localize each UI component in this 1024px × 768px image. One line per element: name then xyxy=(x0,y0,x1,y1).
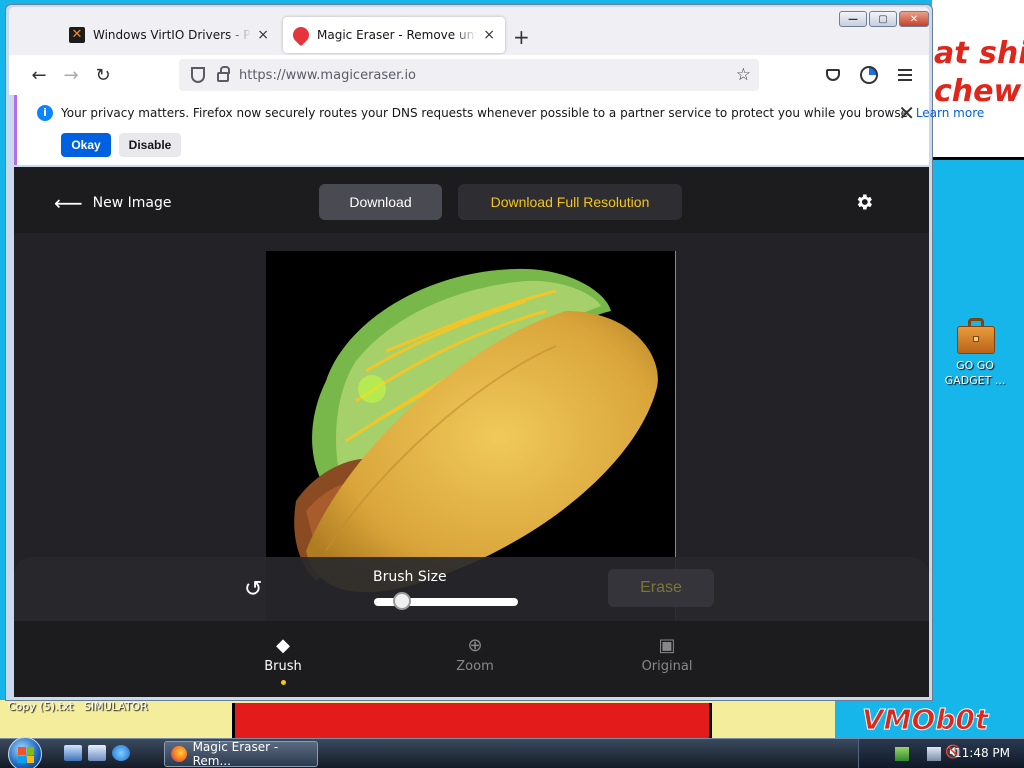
wallpaper-red-block xyxy=(232,703,712,738)
erase-button[interactable]: Erase xyxy=(608,569,714,607)
menu-button[interactable] xyxy=(889,59,921,91)
pocket-icon xyxy=(826,69,840,81)
close-notice-icon[interactable]: ✕ xyxy=(898,101,915,125)
tab-bar: ✕ Windows VirtIO Drivers - Proxmox × Mag… xyxy=(9,7,929,55)
maximize-button[interactable]: ▢ xyxy=(869,11,897,27)
learn-more-link[interactable]: Learn more xyxy=(916,106,984,120)
bookmark-star-icon[interactable]: ☆ xyxy=(736,65,751,85)
internet-explorer-icon[interactable] xyxy=(112,745,130,761)
active-tab-indicator xyxy=(280,680,286,685)
account-button[interactable] xyxy=(853,59,885,91)
new-image-button[interactable]: ⟵ New Image xyxy=(54,191,172,215)
tab-zoom-label: Zoom xyxy=(456,659,494,674)
tracking-shield-icon[interactable] xyxy=(191,67,205,83)
brush-size-label: Brush Size xyxy=(373,569,447,585)
bottom-tab-bar: ◆ Brush ⊕ Zoom ▣ Original xyxy=(14,621,929,697)
back-arrow-icon: ⟵ xyxy=(54,191,83,215)
tab-magic-eraser[interactable]: Magic Eraser - Remove unwanted × xyxy=(283,17,505,53)
firefox-icon xyxy=(171,746,187,762)
zoom-in-icon: ⊕ xyxy=(467,635,483,656)
clock[interactable]: 11:48 PM xyxy=(954,746,1010,760)
taskbar-window-title: Magic Eraser - Rem... xyxy=(192,740,279,768)
privacy-notice-message: Your privacy matters. Firefox now secure… xyxy=(61,106,985,120)
nav-bar: ← → ↻ https://www.magiceraser.io ☆ xyxy=(9,55,929,95)
display-icon[interactable] xyxy=(927,747,941,761)
tab-title: Windows VirtIO Drivers - Proxmox xyxy=(93,28,251,42)
url-text[interactable]: https://www.magiceraser.io xyxy=(239,68,416,83)
magic-eraser-favicon-icon xyxy=(289,23,313,47)
desktop-file-label[interactable]: Copy (5).txt xyxy=(8,700,74,713)
image-icon: ▣ xyxy=(658,635,676,656)
privacy-notice-bar: i Your privacy matters. Firefox now secu… xyxy=(14,95,984,165)
forward-arrow-icon[interactable]: → xyxy=(55,59,87,91)
browser-window: ✕ Windows VirtIO Drivers - Proxmox × Mag… xyxy=(5,4,984,701)
disable-button[interactable]: Disable xyxy=(119,133,181,157)
taskbar: Magic Eraser - Rem... 🔇 11:48 PM xyxy=(0,737,1024,768)
network-icon[interactable] xyxy=(895,747,909,761)
taskbar-firefox-window[interactable]: Magic Eraser - Rem... xyxy=(164,740,318,768)
tab-zoom[interactable]: ⊕ Zoom xyxy=(435,635,515,674)
address-bar[interactable]: https://www.magiceraser.io ☆ xyxy=(179,59,759,91)
tab-brush-label: Brush xyxy=(264,659,302,674)
desktop-icon-label: GO GO GADGET ... xyxy=(944,359,1006,387)
lock-icon[interactable] xyxy=(217,66,230,82)
switch-windows-icon[interactable] xyxy=(88,745,106,761)
back-arrow-icon[interactable]: ← xyxy=(23,59,55,91)
pocket-button[interactable] xyxy=(817,59,849,91)
brush-toolbar: ↺ Brush Size Erase xyxy=(14,557,929,621)
tab-brush[interactable]: ◆ Brush xyxy=(243,635,323,685)
magic-eraser-page: ⟵ New Image Download Download Full Resol… xyxy=(14,167,929,697)
start-button[interactable] xyxy=(8,737,42,768)
hamburger-menu-icon xyxy=(898,69,912,81)
tab-virtio-drivers[interactable]: ✕ Windows VirtIO Drivers - Proxmox × xyxy=(59,17,279,53)
undo-icon[interactable]: ↺ xyxy=(244,577,262,602)
wallpaper-yellow-block xyxy=(715,703,835,738)
briefcase-icon xyxy=(955,316,995,354)
download-button[interactable]: Download xyxy=(319,184,442,220)
tab-original-label: Original xyxy=(641,659,693,674)
system-tray: 🔇 11:48 PM xyxy=(858,739,1024,768)
download-full-resolution-button[interactable]: Download Full Resolution xyxy=(458,184,682,220)
tab-original[interactable]: ▣ Original xyxy=(627,635,707,674)
info-icon: i xyxy=(37,105,53,121)
new-image-label: New Image xyxy=(92,195,172,211)
close-window-button[interactable]: ✕ xyxy=(899,11,929,27)
windows-logo-icon xyxy=(18,747,34,763)
close-tab-icon[interactable]: × xyxy=(257,27,269,43)
wallpaper-meme-text-2: chew xyxy=(934,74,1022,109)
minimize-button[interactable]: — xyxy=(839,11,867,27)
desktop-file-label[interactable]: SIMULATOR xyxy=(84,700,148,713)
gear-icon[interactable] xyxy=(854,192,874,212)
new-tab-icon[interactable]: + xyxy=(513,25,530,49)
tab-title: Magic Eraser - Remove unwanted xyxy=(317,28,477,42)
show-desktop-icon[interactable] xyxy=(64,745,82,761)
account-icon xyxy=(860,66,878,84)
wallpaper-watermark: VMOb0t xyxy=(861,703,989,737)
okay-button[interactable]: Okay xyxy=(61,133,111,157)
close-tab-icon[interactable]: × xyxy=(483,27,495,43)
proxmox-favicon-icon: ✕ xyxy=(69,27,85,43)
toolbar-right xyxy=(817,59,921,91)
brush-size-slider-thumb[interactable] xyxy=(392,592,411,610)
window-controls: — ▢ ✕ xyxy=(839,11,929,27)
eraser-icon: ◆ xyxy=(276,635,290,656)
reload-icon[interactable]: ↻ xyxy=(87,59,119,91)
wallpaper-meme-text-1: at shi xyxy=(934,36,1024,71)
app-header: ⟵ New Image Download Download Full Resol… xyxy=(14,167,929,233)
desktop-icon-go-go-gadget[interactable]: GO GO GADGET ... xyxy=(940,316,1010,388)
